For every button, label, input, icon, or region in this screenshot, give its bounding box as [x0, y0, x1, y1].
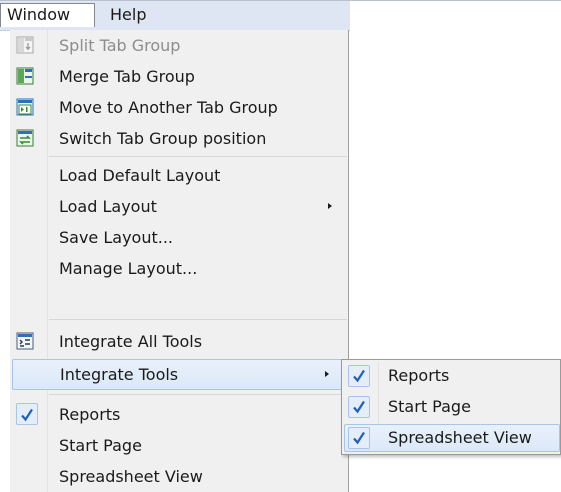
menu-item-move-to-another-tab-group[interactable]: Move to Another Tab Group [10, 92, 348, 123]
menu-item-label: Integrate Tools [60, 365, 179, 384]
menu-item-label: Save Layout... [59, 228, 174, 247]
menu-window[interactable]: Window [0, 3, 95, 27]
menu-item-label: Start Page [59, 436, 142, 455]
menu-item-label: Integrate All Tools [59, 332, 203, 351]
menu-item-load-default-layout[interactable]: Load Default Layout [10, 160, 348, 191]
menu-item-label: Merge Tab Group [59, 67, 195, 86]
submenu-item-start-page[interactable]: Start Page [344, 393, 560, 421]
menu-separator [49, 319, 347, 320]
split-tab-group-icon [16, 36, 34, 54]
menu-item-load-layout[interactable]: Load Layout [10, 191, 348, 222]
menu-item-label: Manage Layout... [59, 259, 198, 278]
checkmark-icon [348, 396, 370, 418]
menu-item-label: Load Layout [59, 197, 157, 216]
menu-item-integrate-all-tools[interactable]: Integrate All Tools [10, 326, 348, 357]
menubar: Window Help [0, 0, 561, 31]
menu-item-spreadsheet-view[interactable]: Spreadsheet View [10, 461, 348, 492]
submenu-item-spreadsheet-view[interactable]: Spreadsheet View [344, 424, 560, 452]
menu-item-integrate-tools[interactable]: Integrate Tools [12, 359, 345, 390]
menu-item-merge-tab-group[interactable]: Merge Tab Group [10, 61, 348, 92]
submenu-item-label: Start Page [388, 397, 471, 416]
menu-item-label: Reports [59, 405, 121, 424]
menu-item-label: Move to Another Tab Group [59, 98, 278, 117]
integrate-tools-icon [16, 332, 34, 350]
menu-item-switch-tab-group-position[interactable]: Switch Tab Group position [10, 123, 348, 154]
switch-tab-group-icon [16, 129, 34, 147]
menu-item-manage-layout[interactable]: Manage Layout... [10, 253, 348, 284]
menu-item-label: Spreadsheet View [59, 467, 203, 486]
menu-item-reports[interactable]: Reports [10, 399, 348, 430]
checkmark-icon [348, 365, 370, 387]
submenu-arrow-icon [328, 203, 332, 209]
menu-item-label: Load Default Layout [59, 166, 221, 185]
menu-item-save-layout[interactable]: Save Layout... [10, 222, 348, 253]
window-menu-dropdown: Split Tab Group Merge Tab Group Move to … [10, 30, 349, 492]
menu-item-split-tab-group[interactable]: Split Tab Group [10, 30, 348, 61]
submenu-item-reports[interactable]: Reports [344, 362, 560, 390]
menu-item-label: Split Tab Group [59, 36, 181, 55]
menu-item-start-page[interactable]: Start Page [10, 430, 348, 461]
checkmark-icon [348, 427, 370, 449]
window-top-border [0, 0, 561, 1]
menu-separator [49, 394, 347, 395]
submenu-item-label: Spreadsheet View [388, 428, 532, 447]
integrate-tools-submenu: Reports Start Page Spreadsheet View [341, 359, 561, 455]
submenu-item-label: Reports [388, 366, 450, 385]
merge-tab-group-icon [16, 67, 34, 85]
menu-help[interactable]: Help [104, 3, 152, 27]
checkmark-icon [16, 403, 38, 425]
move-tab-group-icon [16, 98, 34, 116]
menu-separator [49, 156, 347, 157]
submenu-arrow-icon [325, 371, 329, 377]
menu-item-label: Switch Tab Group position [59, 129, 267, 148]
